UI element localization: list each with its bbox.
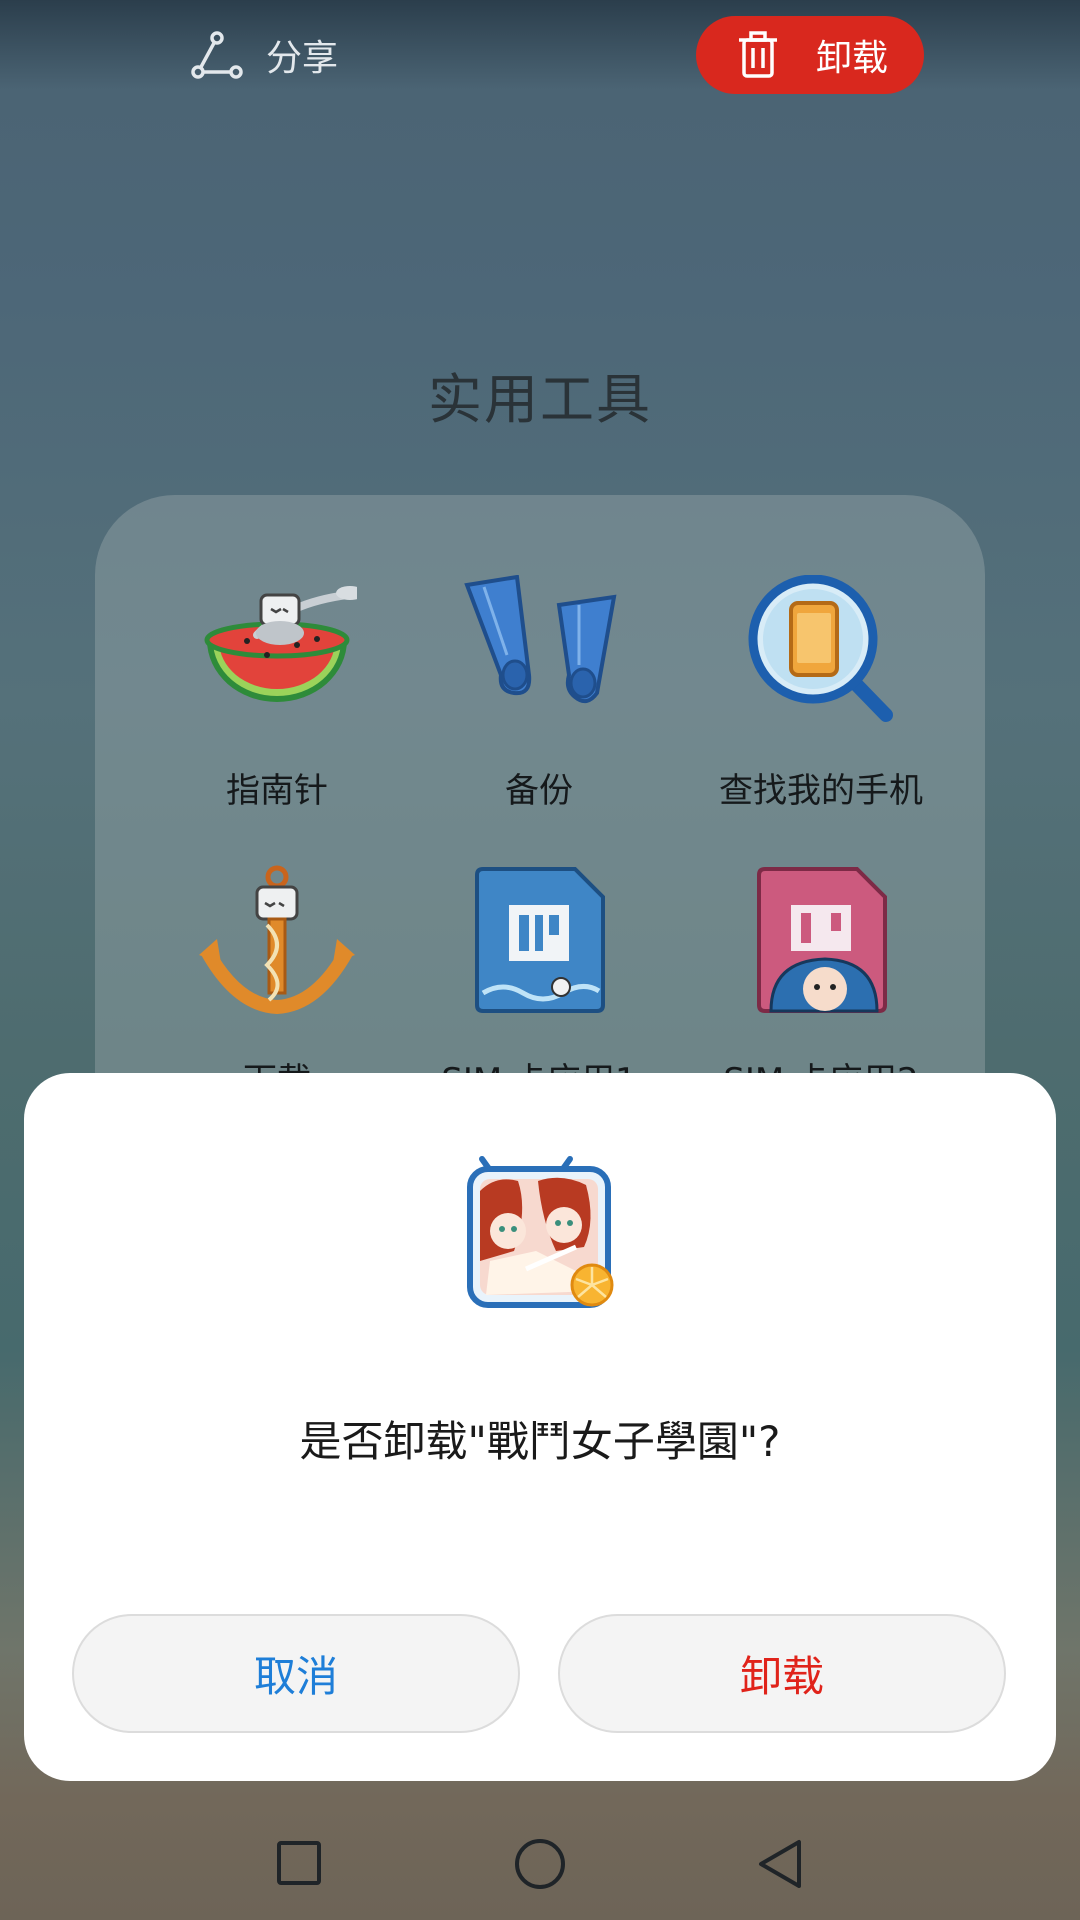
navigation-bar: [0, 1800, 1080, 1920]
flippers-backup-icon: [464, 575, 617, 704]
app-label: 查找我的手机: [719, 771, 923, 811]
anchor-download-icon: [199, 865, 355, 1015]
app-compass[interactable]: 指南针: [137, 575, 417, 812]
cancel-button[interactable]: 取消: [72, 1614, 520, 1733]
app-download[interactable]: 下载: [137, 865, 417, 1102]
uninstall-top-label: 卸载: [816, 38, 889, 79]
square-recents-icon[interactable]: [276, 1840, 322, 1886]
share-icon: [191, 31, 243, 79]
uninstall-dialog: 是否卸载"戰鬥女子學園"? 取消 卸载: [24, 1073, 1056, 1781]
triangle-back-icon[interactable]: [756, 1838, 804, 1890]
trash-icon: [739, 31, 777, 78]
app-sim2[interactable]: SIM 卡应用2: [681, 865, 961, 1102]
folder-title: 实用工具: [428, 368, 652, 431]
app-label: 备份: [505, 771, 573, 811]
sim-card-pink-icon: [757, 867, 887, 1013]
app-label: 指南针: [226, 771, 328, 811]
dialog-message: 是否卸载"戰鬥女子學園"?: [299, 1417, 781, 1466]
top-action-bar: 分享 卸载: [0, 0, 1080, 110]
share-button[interactable]: 分享: [190, 28, 338, 82]
app-backup[interactable]: 备份: [399, 575, 679, 812]
sim-card-blue-icon: [475, 867, 605, 1013]
confirm-uninstall-button[interactable]: 卸载: [558, 1614, 1006, 1733]
magnifier-phone-icon: [748, 575, 893, 722]
app-sim1[interactable]: SIM 卡应用1: [399, 865, 679, 1102]
uninstall-top-button[interactable]: 卸载: [696, 16, 924, 94]
share-label: 分享: [266, 38, 339, 79]
app-find-my-phone[interactable]: 查找我的手机: [681, 575, 961, 812]
game-app-icon: [467, 1156, 614, 1308]
watermelon-compass-icon: [204, 586, 357, 702]
circle-home-icon[interactable]: [513, 1837, 567, 1891]
